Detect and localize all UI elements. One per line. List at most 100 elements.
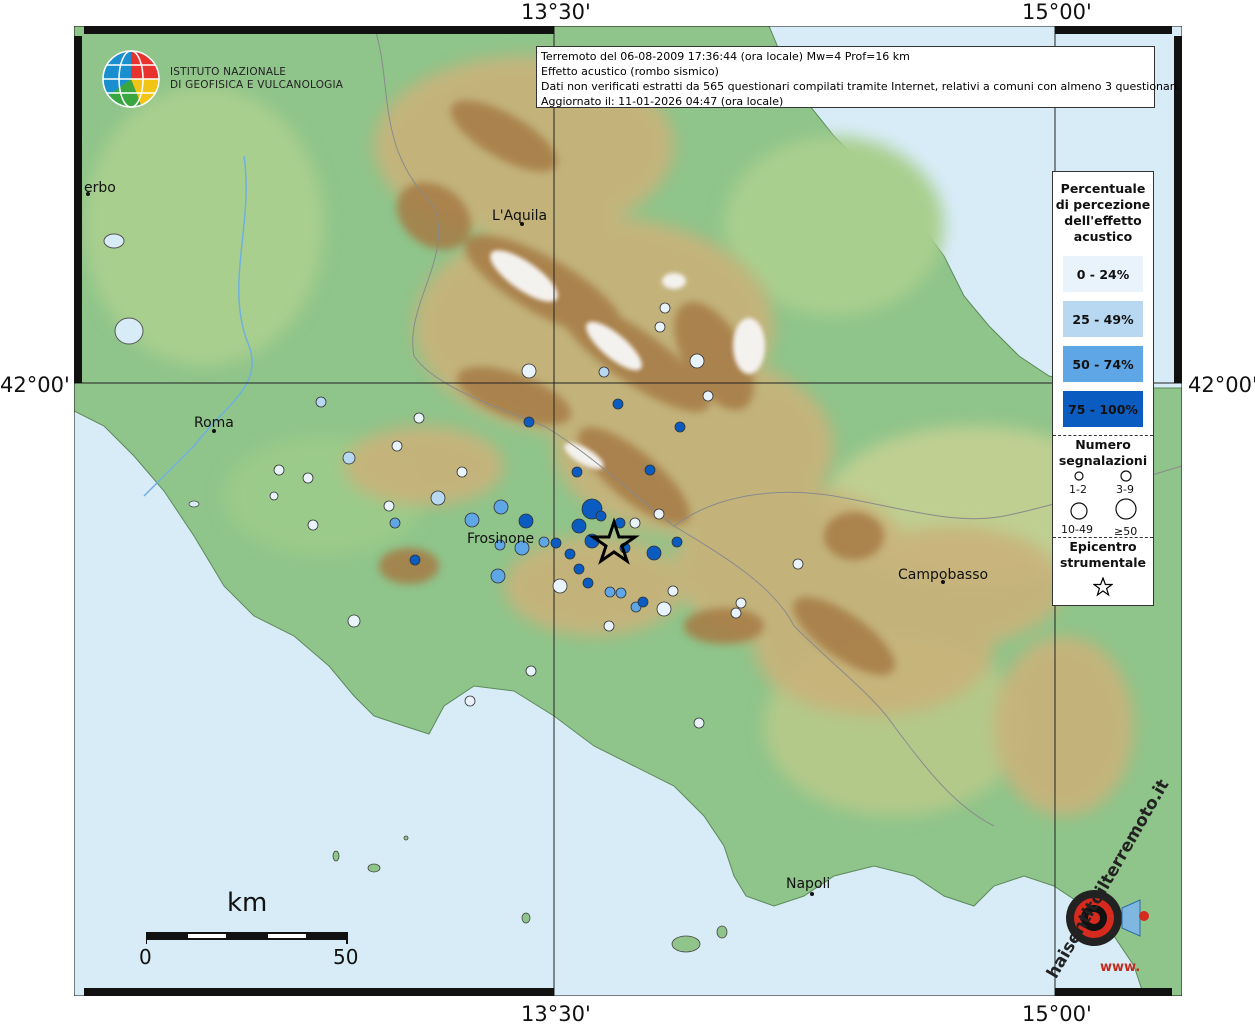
point xyxy=(538,536,550,548)
lon-label-bottom-1330: 13°30' xyxy=(521,1002,591,1026)
event-info-box: Terremoto del 06-08-2009 17:36:44 (ora l… xyxy=(536,46,1181,108)
point xyxy=(637,596,649,608)
point xyxy=(671,536,683,548)
point xyxy=(521,363,537,379)
legend-count-symbols: 1-2 3-9 10-49 ≥50 xyxy=(1053,469,1153,538)
legend-count-10-49: 10-49 xyxy=(1061,523,1093,536)
point xyxy=(629,517,641,529)
point xyxy=(595,510,607,522)
lon-label-top-1330: 13°30' xyxy=(521,0,591,24)
lat-label-left-4200: 42°00' xyxy=(0,373,70,397)
place-viterbo: erbo xyxy=(84,180,116,196)
point xyxy=(646,545,662,561)
point xyxy=(644,464,656,476)
point xyxy=(654,321,666,333)
place-roma: Roma xyxy=(194,415,234,431)
ingv-name-line1: ISTITUTO NAZIONALE xyxy=(170,66,287,78)
legend-count-title-line: segnalazioni xyxy=(1058,453,1148,468)
scale-unit: km xyxy=(227,888,268,918)
point xyxy=(730,607,742,619)
point xyxy=(413,412,425,424)
point xyxy=(792,558,804,570)
legend-class-25-49: 25 - 49% xyxy=(1063,301,1143,337)
point xyxy=(342,451,356,465)
ingv-logo xyxy=(101,49,161,113)
event-info-line1: Terremoto del 06-08-2009 17:36:44 (ora l… xyxy=(541,50,910,63)
legend-divider xyxy=(1053,435,1153,436)
legend-divider xyxy=(1053,537,1153,538)
legend-class-50-74: 50 - 74% xyxy=(1063,346,1143,382)
point xyxy=(269,491,279,501)
point xyxy=(582,577,594,589)
place-napoli: Napoli xyxy=(786,876,831,892)
point xyxy=(525,665,537,677)
point xyxy=(598,366,610,378)
point xyxy=(653,508,665,520)
point xyxy=(391,440,403,452)
point xyxy=(493,499,509,515)
legend-title-line: acustico xyxy=(1073,229,1133,244)
star-icon xyxy=(1092,576,1114,597)
point xyxy=(315,396,327,408)
legend-panel: Percentuale di percezione dell'effetto a… xyxy=(1052,171,1154,606)
map-canvas[interactable] xyxy=(73,25,1183,997)
point xyxy=(735,597,747,609)
point xyxy=(674,421,686,433)
point xyxy=(656,601,672,617)
lake-vico xyxy=(103,233,125,249)
legend-epicenter-title: Epicentro strumentale xyxy=(1053,539,1153,571)
legend-title-line: Percentuale xyxy=(1060,181,1146,196)
scale-bar-graphic xyxy=(145,932,348,944)
event-info-line4: Aggiornato il: 11-01-2026 04:47 (ora loc… xyxy=(541,95,784,108)
lake-albano xyxy=(188,500,200,508)
point xyxy=(573,563,585,575)
point xyxy=(383,500,395,512)
map-svg xyxy=(73,25,1183,997)
scale-max: 50 xyxy=(333,945,359,969)
legend-epicenter-title-line: Epicentro xyxy=(1069,539,1137,554)
ingv-name-line2: DI GEOFISICA E VULCANOLOGIA xyxy=(170,79,344,91)
lake-bolsena xyxy=(114,317,144,345)
scale-min: 0 xyxy=(139,945,152,969)
point xyxy=(273,464,285,476)
point xyxy=(604,586,616,598)
point xyxy=(430,490,446,506)
legend-epicenter-title-line: strumentale xyxy=(1059,555,1147,570)
point xyxy=(302,472,314,484)
globe-icon xyxy=(102,50,160,108)
point xyxy=(409,554,421,566)
point xyxy=(564,548,576,560)
lat-label-right-4200: 42°00' xyxy=(1188,373,1255,397)
legend-class-0-24: 0 - 24% xyxy=(1063,256,1143,292)
place-laquila: L'Aquila xyxy=(492,208,548,224)
point xyxy=(389,517,401,529)
legend-count-title: Numero segnalazioni xyxy=(1053,437,1153,469)
point xyxy=(456,466,468,478)
legend-class-75-100: 75 - 100% xyxy=(1063,391,1143,427)
point xyxy=(518,513,534,529)
point xyxy=(612,398,624,410)
point xyxy=(702,390,714,402)
point xyxy=(667,585,679,597)
legend-count-title-line: Numero xyxy=(1075,437,1131,452)
legend-count-1-2: 1-2 xyxy=(1069,483,1087,496)
point xyxy=(571,518,587,534)
point xyxy=(464,512,480,528)
legend-count-3-9: 3-9 xyxy=(1116,483,1134,496)
point xyxy=(347,614,361,628)
legend-title: Percentuale di percezione dell'effetto a… xyxy=(1053,181,1153,245)
point xyxy=(693,717,705,729)
point xyxy=(571,466,583,478)
scale-bar xyxy=(145,929,348,948)
point xyxy=(307,519,319,531)
haisentito-url: www. xyxy=(1100,960,1141,975)
point xyxy=(689,353,705,369)
lon-label-bottom-1500: 15°00' xyxy=(1022,1002,1092,1026)
event-info-line3: Dati non verificati estratti da 565 ques… xyxy=(541,80,1181,93)
point xyxy=(615,587,627,599)
point xyxy=(523,416,535,428)
place-campobasso: Campobasso xyxy=(898,567,989,583)
legend-title-line: di percezione xyxy=(1055,197,1151,212)
legend-count-50plus: ≥50 xyxy=(1114,525,1138,538)
point xyxy=(550,537,562,549)
